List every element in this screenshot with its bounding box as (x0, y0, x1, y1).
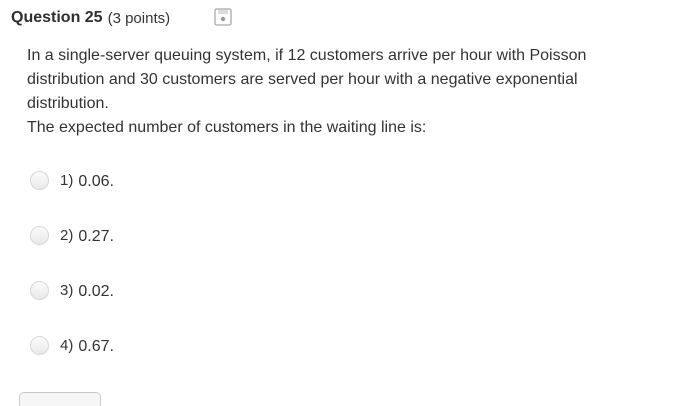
question-title: Question 25 (11, 9, 103, 26)
option-value: 0.67. (78, 337, 114, 355)
question-header: Question 25 (3 points) (11, 9, 170, 27)
answer-option-1[interactable]: 1) 0.06. (30, 166, 114, 194)
option-value: 0.02. (78, 282, 114, 300)
question-prompt: The expected number of customers in the … (27, 119, 427, 136)
answer-option-3[interactable]: 3) 0.02. (30, 276, 114, 304)
answer-options: 1) 0.06. 2) 0.27. 3) 0.02. 4) 0.67. (30, 166, 114, 386)
radio-button[interactable] (30, 335, 49, 355)
question-text: In a single-server queuing system, if 12… (27, 47, 587, 112)
question-points: (3 points) (107, 9, 171, 27)
question-body: In a single-server queuing system, if 12… (27, 44, 657, 140)
option-number: 4) (60, 336, 74, 354)
answer-option-4[interactable]: 4) 0.67. (30, 331, 114, 359)
option-number: 1) (60, 171, 74, 189)
option-value: 0.06. (78, 172, 114, 190)
option-number: 2) (60, 226, 74, 244)
option-number: 3) (60, 281, 74, 299)
radio-button[interactable] (30, 225, 49, 245)
option-value: 0.27. (78, 227, 114, 245)
answer-option-2[interactable]: 2) 0.27. (30, 221, 114, 249)
radio-button[interactable] (30, 280, 49, 300)
partially-visible-button[interactable] (19, 392, 101, 406)
radio-button[interactable] (30, 170, 49, 190)
quiz-question-page: Question 25 (3 points) In a single-serve… (0, 0, 683, 406)
save-icon[interactable] (214, 8, 232, 26)
